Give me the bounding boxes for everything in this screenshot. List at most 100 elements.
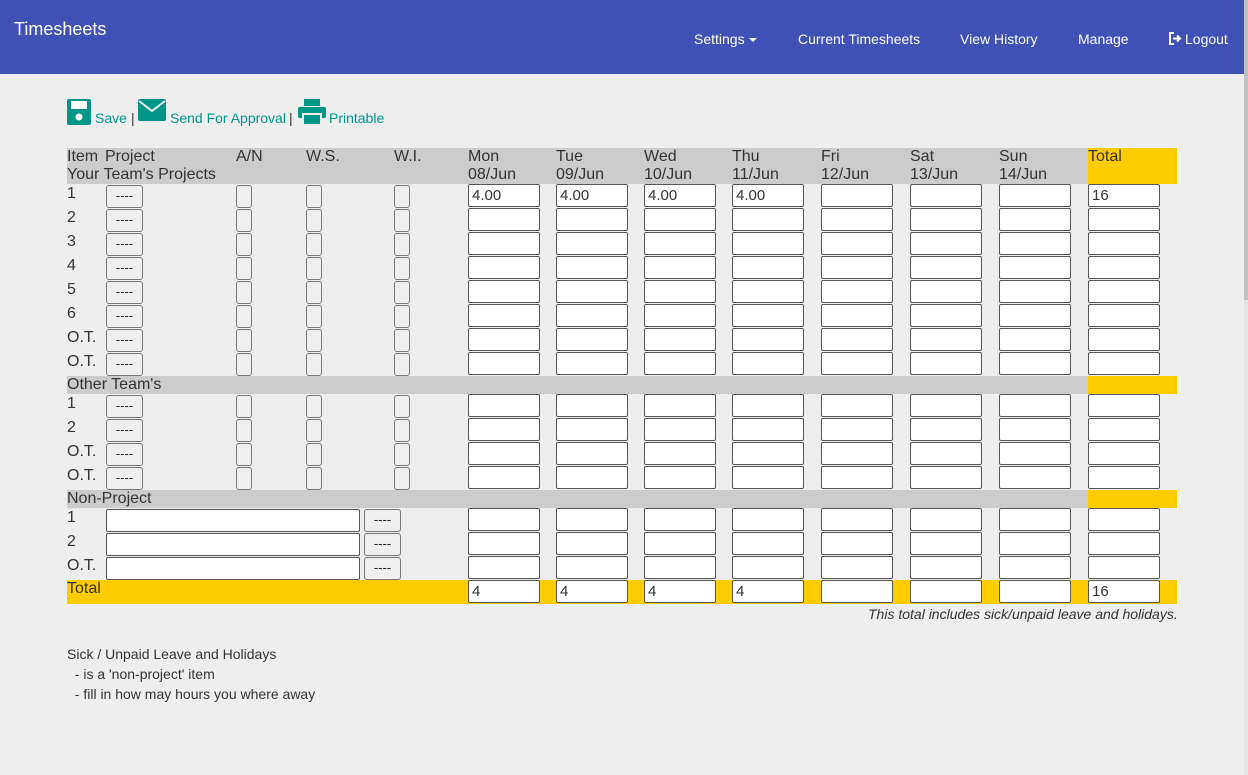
hours-input[interactable]: [910, 508, 982, 531]
project-select-button[interactable]: ----: [106, 353, 143, 376]
hours-input[interactable]: [644, 418, 716, 441]
row-total-input[interactable]: [1088, 304, 1160, 327]
ws-checkbox[interactable]: [306, 209, 322, 232]
project-select-button[interactable]: ----: [106, 329, 143, 352]
hours-input[interactable]: [644, 442, 716, 465]
an-checkbox[interactable]: [236, 395, 252, 418]
hours-input[interactable]: [556, 442, 628, 465]
hours-input[interactable]: [556, 466, 628, 489]
hours-input[interactable]: [732, 532, 804, 555]
hours-input[interactable]: [556, 232, 628, 255]
hours-input[interactable]: [732, 304, 804, 327]
row-total-input[interactable]: [1088, 508, 1160, 531]
hours-input[interactable]: [468, 418, 540, 441]
row-total-input[interactable]: [1088, 556, 1160, 579]
an-checkbox[interactable]: [236, 305, 252, 328]
nonproject-select-button[interactable]: ----: [364, 557, 401, 580]
day-total-input[interactable]: 4: [644, 580, 716, 603]
hours-input[interactable]: [644, 280, 716, 303]
hours-input[interactable]: [999, 328, 1071, 351]
hours-input[interactable]: [556, 508, 628, 531]
hours-input[interactable]: [644, 256, 716, 279]
hours-input[interactable]: [999, 532, 1071, 555]
hours-input[interactable]: [556, 208, 628, 231]
hours-input[interactable]: [644, 466, 716, 489]
hours-input[interactable]: [910, 232, 982, 255]
row-total-input[interactable]: [1088, 394, 1160, 417]
ws-checkbox[interactable]: [306, 305, 322, 328]
day-total-input[interactable]: [821, 580, 893, 603]
ws-checkbox[interactable]: [306, 329, 322, 352]
hours-input[interactable]: [556, 394, 628, 417]
hours-input[interactable]: [821, 280, 893, 303]
hours-input[interactable]: [468, 508, 540, 531]
wi-checkbox[interactable]: [394, 209, 410, 232]
hours-input[interactable]: [556, 256, 628, 279]
project-select-button[interactable]: ----: [106, 395, 143, 418]
hours-input[interactable]: [910, 466, 982, 489]
app-title[interactable]: Timesheets: [14, 19, 106, 40]
hours-input[interactable]: 4.00: [468, 184, 540, 207]
hours-input[interactable]: [556, 352, 628, 375]
hours-input[interactable]: [821, 466, 893, 489]
ws-checkbox[interactable]: [306, 281, 322, 304]
hours-input[interactable]: [910, 442, 982, 465]
project-select-button[interactable]: ----: [106, 467, 143, 490]
hours-input[interactable]: [821, 556, 893, 579]
an-checkbox[interactable]: [236, 185, 252, 208]
day-total-input[interactable]: 4: [732, 580, 804, 603]
hours-input[interactable]: [644, 556, 716, 579]
ws-checkbox[interactable]: [306, 395, 322, 418]
an-checkbox[interactable]: [236, 443, 252, 466]
hours-input[interactable]: 4.00: [556, 184, 628, 207]
ws-checkbox[interactable]: [306, 443, 322, 466]
hours-input[interactable]: [644, 208, 716, 231]
an-checkbox[interactable]: [236, 233, 252, 256]
ws-checkbox[interactable]: [306, 257, 322, 280]
hours-input[interactable]: [732, 328, 804, 351]
description-input[interactable]: [106, 509, 360, 532]
day-total-input[interactable]: 4: [556, 580, 628, 603]
hours-input[interactable]: [556, 418, 628, 441]
wi-checkbox[interactable]: [394, 353, 410, 376]
hours-input[interactable]: [999, 304, 1071, 327]
row-total-input[interactable]: [1088, 352, 1160, 375]
hours-input[interactable]: [468, 328, 540, 351]
project-select-button[interactable]: ----: [106, 185, 143, 208]
row-total-input[interactable]: [1088, 208, 1160, 231]
hours-input[interactable]: [644, 232, 716, 255]
hours-input[interactable]: [821, 208, 893, 231]
hours-input[interactable]: [732, 352, 804, 375]
hours-input[interactable]: [999, 466, 1071, 489]
hours-input[interactable]: [644, 394, 716, 417]
hours-input[interactable]: [821, 304, 893, 327]
hours-input[interactable]: [821, 256, 893, 279]
hours-input[interactable]: 4.00: [644, 184, 716, 207]
row-total-input[interactable]: [1088, 532, 1160, 555]
wi-checkbox[interactable]: [394, 185, 410, 208]
grand-total-input[interactable]: 16: [1088, 580, 1160, 603]
hours-input[interactable]: [910, 304, 982, 327]
hours-input[interactable]: [910, 394, 982, 417]
hours-input[interactable]: [999, 208, 1071, 231]
hours-input[interactable]: [556, 280, 628, 303]
hours-input[interactable]: [556, 328, 628, 351]
hours-input[interactable]: [999, 418, 1071, 441]
an-checkbox[interactable]: [236, 281, 252, 304]
nav-view-history[interactable]: View History: [960, 31, 1038, 47]
nav-logout[interactable]: Logout: [1168, 31, 1228, 47]
ws-checkbox[interactable]: [306, 419, 322, 442]
row-total-input[interactable]: [1088, 418, 1160, 441]
project-select-button[interactable]: ----: [106, 281, 143, 304]
hours-input[interactable]: [999, 280, 1071, 303]
row-total-input[interactable]: [1088, 232, 1160, 255]
ws-checkbox[interactable]: [306, 353, 322, 376]
hours-input[interactable]: [468, 532, 540, 555]
row-total-input[interactable]: 16: [1088, 184, 1160, 207]
hours-input[interactable]: [468, 232, 540, 255]
wi-checkbox[interactable]: [394, 233, 410, 256]
hours-input[interactable]: [732, 394, 804, 417]
project-select-button[interactable]: ----: [106, 257, 143, 280]
hours-input[interactable]: [468, 256, 540, 279]
hours-input[interactable]: [910, 328, 982, 351]
